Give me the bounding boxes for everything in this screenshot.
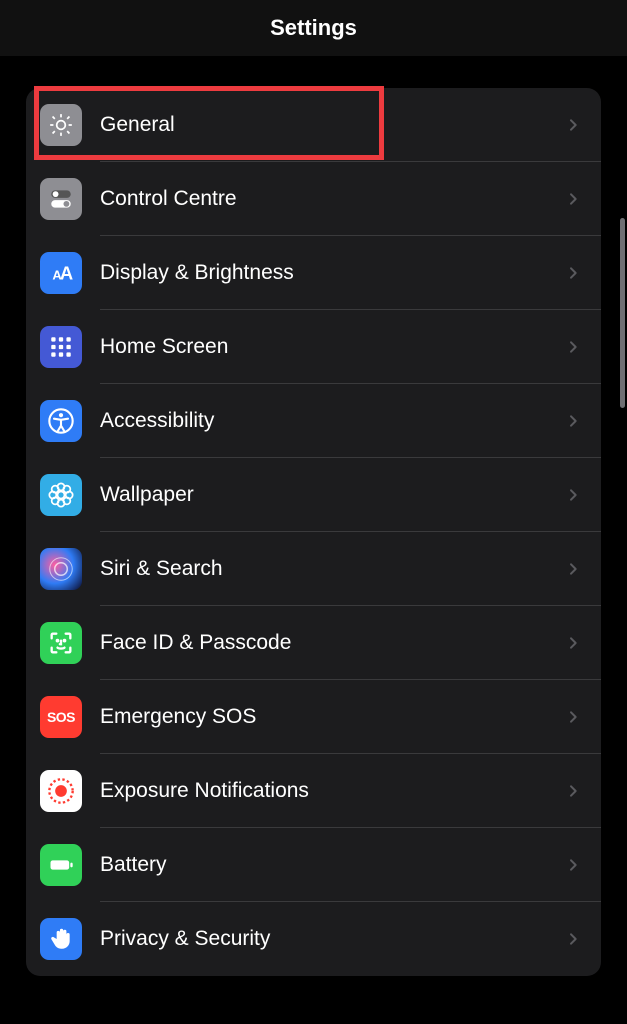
settings-row-face-id-passcode[interactable]: Face ID & Passcode <box>26 606 601 680</box>
settings-row-home-screen[interactable]: Home Screen <box>26 310 601 384</box>
settings-row-control-centre[interactable]: Control Centre <box>26 162 601 236</box>
face-id-icon <box>40 622 82 664</box>
scroll-indicator[interactable] <box>620 218 625 408</box>
settings-row-wallpaper[interactable]: Wallpaper <box>26 458 601 532</box>
row-label: Face ID & Passcode <box>100 631 565 655</box>
home-grid-icon <box>40 326 82 368</box>
row-label: Exposure Notifications <box>100 779 565 803</box>
chevron-right-icon <box>565 783 581 799</box>
chevron-right-icon <box>565 265 581 281</box>
chevron-right-icon <box>565 561 581 577</box>
gear-icon <box>40 104 82 146</box>
hand-icon <box>40 918 82 960</box>
text-size-icon: A A <box>40 252 82 294</box>
settings-row-display-brightness[interactable]: A A Display & Brightness <box>26 236 601 310</box>
row-label: Control Centre <box>100 187 565 211</box>
row-label: Battery <box>100 853 565 877</box>
settings-row-exposure-notifications[interactable]: Exposure Notifications <box>26 754 601 828</box>
battery-icon <box>40 844 82 886</box>
page-title: Settings <box>270 15 357 41</box>
row-label: Wallpaper <box>100 483 565 507</box>
row-label: Emergency SOS <box>100 705 565 729</box>
flower-icon <box>40 474 82 516</box>
chevron-right-icon <box>565 635 581 651</box>
settings-row-privacy-security[interactable]: Privacy & Security <box>26 902 601 976</box>
exposure-icon <box>40 770 82 812</box>
settings-row-emergency-sos[interactable]: SOS Emergency SOS <box>26 680 601 754</box>
sos-icon: SOS <box>40 696 82 738</box>
svg-text:A: A <box>60 263 73 284</box>
header: Settings <box>0 0 627 56</box>
settings-row-battery[interactable]: Battery <box>26 828 601 902</box>
siri-icon <box>40 548 82 590</box>
row-label: Home Screen <box>100 335 565 359</box>
row-label: Accessibility <box>100 409 565 433</box>
row-label: Siri & Search <box>100 557 565 581</box>
chevron-right-icon <box>565 709 581 725</box>
chevron-right-icon <box>565 117 581 133</box>
settings-list: General Control Centre A A Display & Bri… <box>26 88 601 976</box>
row-label: Privacy & Security <box>100 927 565 951</box>
chevron-right-icon <box>565 487 581 503</box>
row-label: General <box>100 113 565 137</box>
chevron-right-icon <box>565 931 581 947</box>
settings-row-accessibility[interactable]: Accessibility <box>26 384 601 458</box>
chevron-right-icon <box>565 339 581 355</box>
chevron-right-icon <box>565 857 581 873</box>
settings-row-siri-search[interactable]: Siri & Search <box>26 532 601 606</box>
chevron-right-icon <box>565 413 581 429</box>
row-label: Display & Brightness <box>100 261 565 285</box>
toggles-icon <box>40 178 82 220</box>
settings-row-general[interactable]: General <box>26 88 601 162</box>
accessibility-icon <box>40 400 82 442</box>
chevron-right-icon <box>565 191 581 207</box>
